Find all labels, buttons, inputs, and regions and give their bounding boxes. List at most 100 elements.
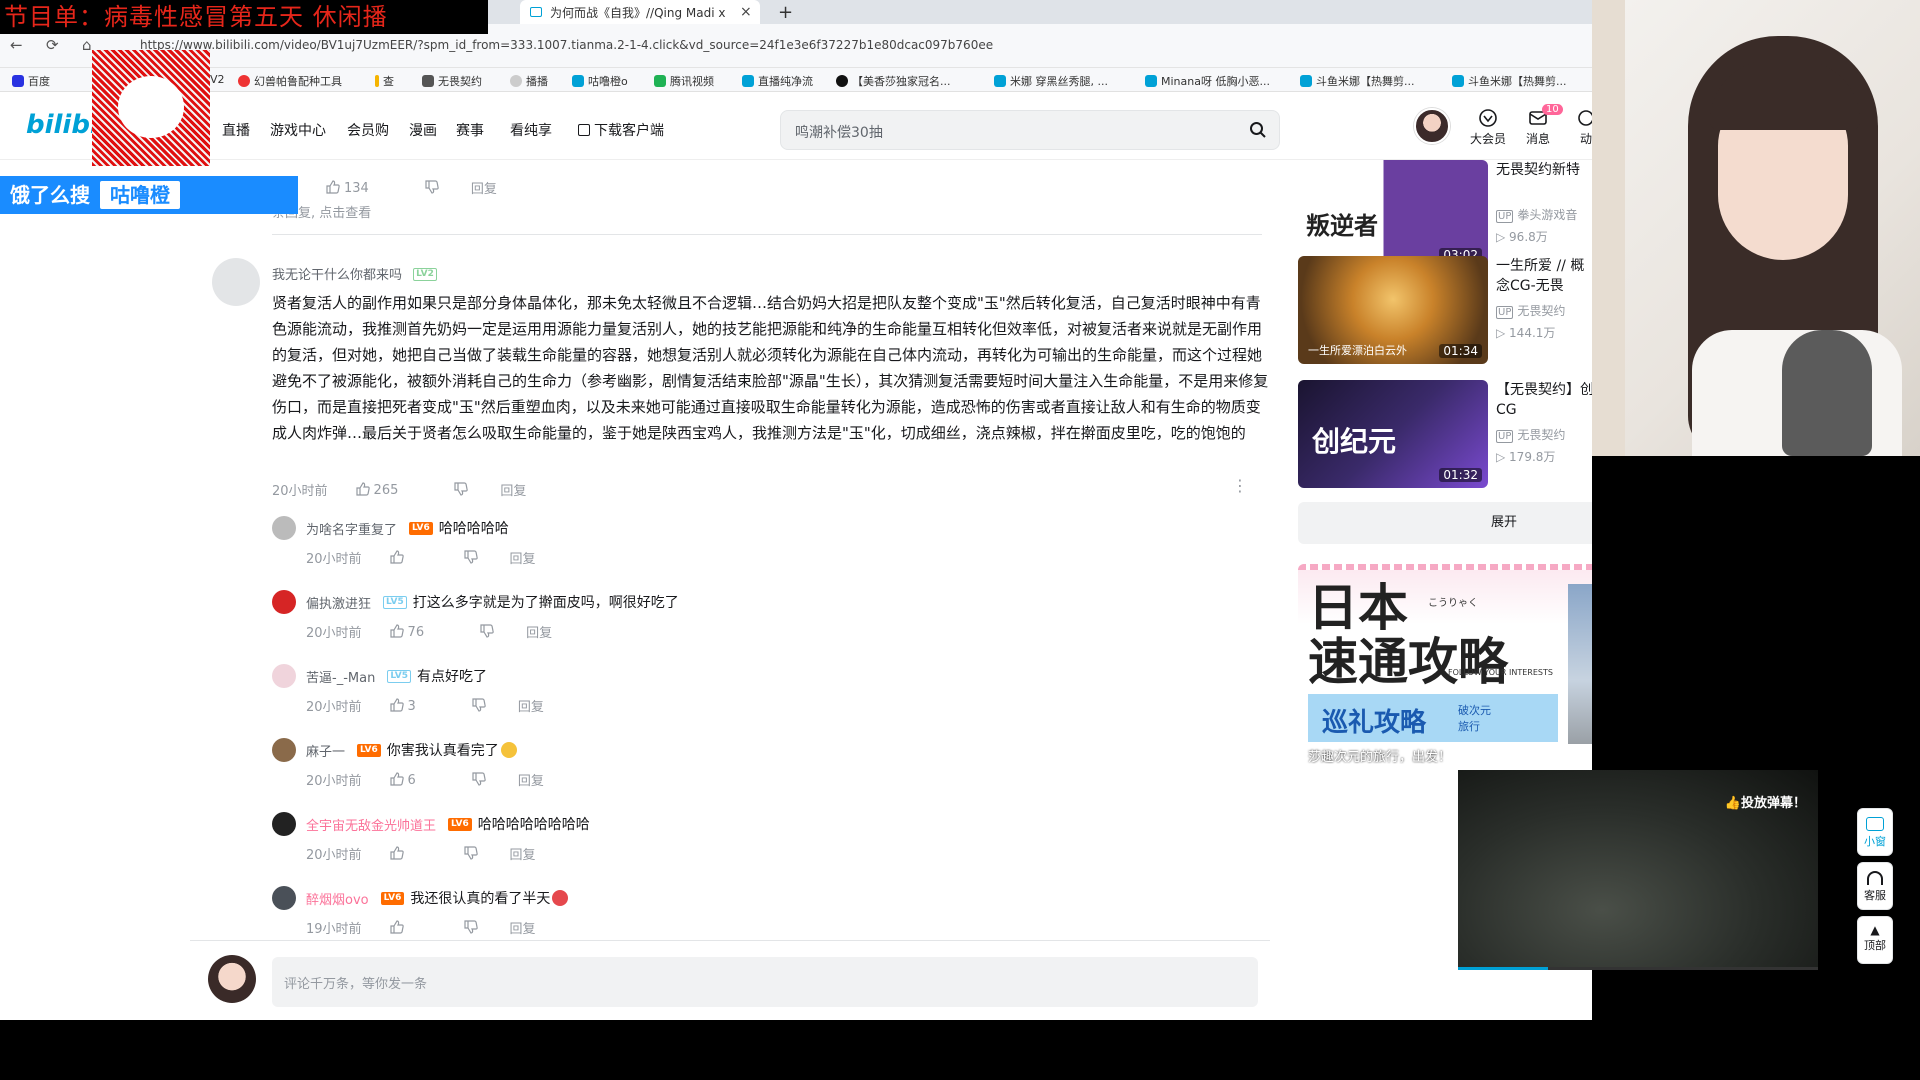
dislike-button[interactable] <box>463 549 482 566</box>
bookmark-item[interactable]: 幻兽帕鲁配种工具 <box>238 73 342 89</box>
bookmark-item[interactable]: 斗鱼米娜【热舞剪... <box>1300 73 1415 89</box>
nav-esports[interactable]: 赛事 <box>456 120 484 140</box>
new-tab-button[interactable]: + <box>768 0 793 24</box>
customer-service-button[interactable]: 客服 <box>1857 862 1893 910</box>
avatar[interactable] <box>272 664 296 688</box>
reply-time: 20小时前 <box>306 626 362 641</box>
reply-button[interactable]: 回复 <box>500 480 526 499</box>
like-button[interactable]: 3 <box>389 697 444 714</box>
reply-button[interactable]: 回复 <box>526 622 552 641</box>
avatar[interactable] <box>272 516 296 540</box>
bookmark-item[interactable]: 查 <box>375 73 394 89</box>
nav-manga[interactable]: 漫画 <box>409 120 437 140</box>
mini-window-button[interactable]: 小窗 <box>1857 808 1893 856</box>
vip-button[interactable]: 大会员 <box>1466 108 1510 147</box>
dislike-button[interactable] <box>472 771 490 788</box>
comment-input[interactable]: 评论千万条，等你发一条 <box>272 957 1258 1007</box>
mini-window-icon <box>1866 817 1884 831</box>
tab-active[interactable]: 为何而战《自我》//Qing Madi x × <box>520 0 760 24</box>
reply-username[interactable]: 全宇宙无敌金光帅道王 <box>306 815 436 834</box>
home-icon[interactable]: ⌂ <box>82 36 92 54</box>
like-button[interactable]: 6 <box>389 771 444 788</box>
avatar[interactable] <box>272 886 296 910</box>
dislike-button[interactable] <box>463 919 482 936</box>
ad-banner[interactable]: 日本 こうりゃく 速通攻略 FOLLOW YOUR INTERESTS 巡礼攻略… <box>1298 564 1592 764</box>
like-button[interactable]: 76 <box>389 623 453 640</box>
user-avatar[interactable] <box>1414 108 1450 144</box>
avatar[interactable] <box>272 812 296 836</box>
bookmark-item[interactable]: 【美香莎独家冠名... <box>836 73 951 89</box>
close-tab-icon[interactable]: × <box>740 4 752 20</box>
reply-button[interactable]: 回复 <box>471 178 497 197</box>
bookmark-item[interactable]: 播播 <box>510 73 548 89</box>
mini-player[interactable]: 👍投放弹幕！ <box>1458 770 1818 970</box>
expand-button[interactable]: 展开 <box>1298 502 1592 544</box>
reply-button[interactable]: 回复 <box>510 844 536 863</box>
reply-username[interactable]: 为啥名字重复了 <box>306 519 397 538</box>
like-button[interactable] <box>389 919 436 936</box>
avatar[interactable] <box>272 590 296 614</box>
like-count: 3 <box>407 698 416 714</box>
nav-game-center[interactable]: 游戏中心 <box>270 120 326 140</box>
bookmark-item[interactable]: 直播纯净流 <box>742 73 813 89</box>
bookmark-item[interactable]: Minana呀 低胸小恶... <box>1145 73 1270 89</box>
dislike-button[interactable] <box>480 623 498 640</box>
reply-username[interactable]: 苦逼-_-Man <box>306 667 375 686</box>
reload-icon[interactable]: ⟳ <box>46 36 59 54</box>
reply-button[interactable]: 回复 <box>518 696 544 715</box>
reply-button[interactable]: 回复 <box>518 770 544 789</box>
dislike-button[interactable] <box>463 845 482 862</box>
avatar[interactable] <box>212 258 260 306</box>
progress-track[interactable] <box>1458 967 1818 970</box>
back-to-top-button[interactable]: ▲ 顶部 <box>1857 916 1893 964</box>
dynamic-button[interactable]: 动 <box>1564 108 1592 147</box>
video-title[interactable]: 【无畏契约】创CG <box>1496 380 1592 420</box>
bookmark-item[interactable]: V2 <box>210 73 225 86</box>
reply-username[interactable]: 麻子一 <box>306 741 345 760</box>
search-input[interactable]: 鸣潮补偿30抽 <box>780 110 1280 150</box>
video-thumbnail[interactable]: 叛逆者 03:02 <box>1298 160 1488 268</box>
search-icon[interactable] <box>1249 121 1267 139</box>
reply-button[interactable]: 回复 <box>510 548 536 567</box>
nav-live[interactable]: 直播 <box>222 120 250 140</box>
avatar[interactable] <box>272 738 296 762</box>
recommendation-card[interactable]: 一生所爱漂泊白云外 01:34 一生所爱 // 概念CG-无畏 UP 无畏契约 ▷… <box>1298 256 1592 364</box>
like-button[interactable]: 265 <box>355 481 427 498</box>
like-button[interactable] <box>389 845 436 862</box>
back-icon[interactable]: ← <box>10 36 23 54</box>
valorant-icon <box>422 75 434 87</box>
messages-button[interactable]: 10 消息 <box>1516 104 1563 147</box>
comment-username[interactable]: 我无论干什么你都来吗 <box>272 268 402 283</box>
video-title[interactable]: 一生所爱 // 概念CG-无畏 <box>1496 256 1592 296</box>
bookmark-item[interactable]: 腾讯视频 <box>654 73 714 89</box>
recommendation-card[interactable]: 创纪元 01:32 【无畏契约】创CG UP 无畏契约 ▷ 179.8万 <box>1298 380 1592 488</box>
bookmark-item[interactable]: 斗鱼米娜【热舞剪... <box>1452 73 1567 89</box>
more-options-icon[interactable]: ⋮ <box>1232 476 1248 495</box>
uploader[interactable]: UP 无畏契约 <box>1496 302 1565 319</box>
bookmark-label: 百度 <box>28 75 50 88</box>
nav-download-client[interactable]: 下载客户端 <box>578 120 664 140</box>
bookmark-item[interactable]: 无畏契约 <box>422 73 482 89</box>
uploader[interactable]: UP 无畏契约 <box>1496 426 1565 443</box>
dislike-button[interactable] <box>454 481 472 498</box>
nav-pure[interactable]: 看纯享 <box>510 120 552 140</box>
like-button[interactable] <box>389 549 436 566</box>
video-thumbnail[interactable]: 一生所爱漂泊白云外 01:34 <box>1298 256 1488 364</box>
reply-button[interactable]: 回复 <box>510 918 536 937</box>
bookmark-item[interactable]: 百度 <box>12 73 50 89</box>
dislike-button[interactable] <box>425 179 443 196</box>
url-field[interactable]: https://www.bilibili.com/video/BV1uj7Uzm… <box>140 38 993 52</box>
uploader[interactable]: UP 拳头游戏音 <box>1496 206 1577 223</box>
dislike-button[interactable] <box>472 697 490 714</box>
bookmark-item[interactable]: 米娜 穿黑丝秀腿, ... <box>994 73 1108 89</box>
nav-member-shop[interactable]: 会员购 <box>347 120 389 140</box>
reply-username[interactable]: 醉烟烟ovo <box>306 889 369 908</box>
recommendation-card[interactable]: 叛逆者 03:02 无畏契约新特 UP 拳头游戏音 ▷ 96.8万 <box>1298 160 1592 268</box>
video-title[interactable]: 无畏契约新特 <box>1496 160 1592 180</box>
reply-username[interactable]: 偏执激进狂 <box>306 593 371 612</box>
avatar[interactable] <box>208 955 256 1003</box>
bookmark-item[interactable]: 咕噜橙o <box>572 73 628 89</box>
video-thumbnail[interactable]: 创纪元 01:32 <box>1298 380 1488 488</box>
like-button[interactable]: 134 <box>326 179 397 196</box>
danmaku-button[interactable]: 👍投放弹幕！ <box>1725 792 1806 811</box>
